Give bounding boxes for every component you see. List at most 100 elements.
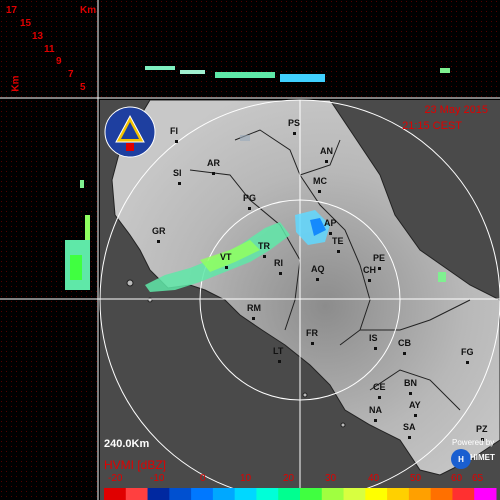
- city-label-fg: FG: [461, 347, 474, 357]
- colorbar-tick-label: 20: [283, 473, 295, 484]
- city-dot-aq: [316, 278, 319, 281]
- colorbar-swatch: [212, 488, 236, 500]
- colorbar-swatch: [191, 488, 214, 500]
- city-dot-si: [178, 182, 181, 185]
- colorbar-swatch: [452, 488, 475, 500]
- city-label-fi: FI: [170, 126, 178, 136]
- small-echo: [438, 272, 446, 282]
- city-label-rm: RM: [247, 303, 261, 313]
- city-label-vt: VT: [220, 252, 232, 262]
- city-label-pe: PE: [373, 253, 386, 263]
- small-echo: [240, 135, 250, 141]
- city-label-ar: AR: [207, 158, 220, 168]
- island: [126, 279, 134, 287]
- city-dot-ri: [279, 272, 282, 275]
- colorbar-swatch: [474, 488, 497, 500]
- city-label-si: SI: [173, 168, 182, 178]
- colorbar-swatch: [321, 488, 345, 500]
- city-dot-ch: [368, 279, 371, 282]
- colorbar-swatch: [343, 488, 366, 500]
- city-label-sa: SA: [403, 422, 416, 432]
- city-label-pz: PZ: [476, 424, 488, 434]
- city-dot-pe: [378, 267, 381, 270]
- colorbar-swatch: [365, 488, 388, 500]
- city-dot-ce: [378, 396, 381, 399]
- colorbar-tick-label: 30: [325, 473, 337, 484]
- colorbar-swatch: [147, 488, 170, 500]
- city-label-fr: FR: [306, 328, 318, 338]
- colorbar-swatch: [104, 488, 127, 500]
- km-unit-label: Km: [80, 5, 97, 16]
- city-dot-pg: [248, 207, 251, 210]
- radar-map: [0, 0, 500, 500]
- colorbar-tick-label: 60: [451, 473, 463, 484]
- colorbar-tick-label: 0: [200, 473, 206, 484]
- scale-tick-13: 13: [32, 31, 44, 42]
- city-dot-bn: [409, 392, 412, 395]
- city-dot-an: [325, 160, 328, 163]
- scale-tick-11: 11: [44, 44, 55, 55]
- city-label-te: TE: [332, 236, 344, 246]
- island: [302, 392, 308, 398]
- city-label-an: AN: [320, 146, 333, 156]
- city-dot-fg: [466, 361, 469, 364]
- city-dot-vt: [225, 266, 228, 269]
- timestamp-time: 21:15 CEST: [402, 120, 462, 132]
- city-dot-gr: [157, 240, 160, 243]
- city-dot-lt: [278, 360, 281, 363]
- colorbar-swatch: [234, 488, 257, 500]
- scale-tick-17: 17: [6, 5, 18, 16]
- city-dot-ay: [414, 414, 417, 417]
- top-profile-panel: [0, 0, 500, 98]
- city-dot-na: [374, 419, 377, 422]
- city-label-ay: AY: [409, 400, 421, 410]
- city-dot-ap: [329, 232, 332, 235]
- city-dot-ar: [212, 172, 215, 175]
- city-dot-fr: [311, 342, 314, 345]
- city-label-gr: GR: [152, 226, 166, 236]
- city-label-tr: TR: [258, 241, 270, 251]
- km-unit-side-label: Km: [10, 75, 22, 92]
- city-label-ps: PS: [288, 118, 301, 128]
- scale-tick-9: 9: [56, 56, 62, 67]
- city-dot-fi: [175, 140, 178, 143]
- svg-text:H: H: [458, 455, 464, 464]
- city-dot-mc: [318, 190, 321, 193]
- powered-by-label: Powered by: [452, 438, 495, 447]
- colorbar-swatch: [125, 488, 149, 500]
- city-label-ce: CE: [373, 382, 386, 392]
- city-label-aq: AQ: [311, 264, 325, 274]
- himet-brand: HIMET: [470, 453, 495, 462]
- city-dot-ps: [293, 132, 296, 135]
- colorbar-tick-label: 40: [368, 473, 380, 484]
- colorbar-tick-label: -10: [150, 473, 165, 484]
- colorbar-swatch: [169, 488, 192, 500]
- city-label-ap: AP: [324, 218, 337, 228]
- colorbar-swatch: [300, 488, 323, 500]
- city-dot-is: [374, 347, 377, 350]
- scale-tick-5: 5: [80, 82, 86, 93]
- city-dot-tr: [263, 255, 266, 258]
- colorbar-swatch: [430, 488, 453, 500]
- city-label-bn: BN: [404, 378, 417, 388]
- colorbar-tick-label: 10: [240, 473, 252, 484]
- city-label-na: NA: [369, 405, 382, 415]
- city-dot-sa: [408, 436, 411, 439]
- colorbar: [104, 488, 497, 500]
- island: [340, 422, 346, 428]
- city-label-is: IS: [369, 333, 378, 343]
- city-label-lt: LT: [273, 346, 284, 356]
- city-label-cb: CB: [398, 338, 411, 348]
- city-label-ri: RI: [274, 258, 283, 268]
- colorbar-tick-label: -20: [108, 473, 123, 484]
- city-label-ch: CH: [363, 265, 376, 275]
- civil-protection-logo: [104, 106, 156, 158]
- range-label: 240.0Km: [104, 438, 150, 450]
- product-label: HVMI [dBZ]: [104, 458, 167, 472]
- colorbar-tick-label: 65: [472, 473, 484, 484]
- colorbar-swatch: [408, 488, 432, 500]
- colorbar-swatch: [256, 488, 279, 500]
- city-label-mc: MC: [313, 176, 327, 186]
- scale-tick-7: 7: [68, 69, 74, 80]
- colorbar-tick-label: 50: [410, 473, 422, 484]
